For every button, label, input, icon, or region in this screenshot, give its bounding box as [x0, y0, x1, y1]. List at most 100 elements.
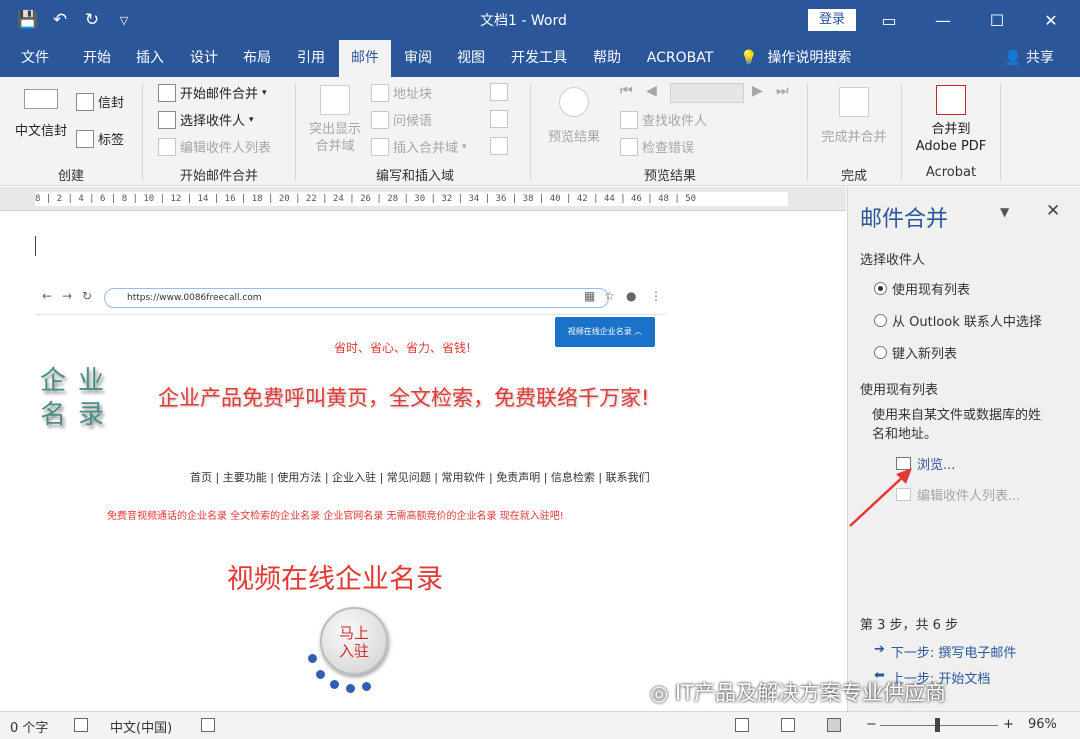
- address-block-button[interactable]: 地址块: [371, 83, 432, 102]
- edit-recipient-list-link[interactable]: 编辑收件人列表...: [896, 485, 1020, 504]
- greeting-line-button[interactable]: 问候语: [371, 110, 432, 129]
- labels-icon: [76, 129, 94, 148]
- close-icon[interactable]: ✕: [1024, 0, 1078, 40]
- highlight-merge-fields-button[interactable]: 突出显示 合并域: [300, 85, 370, 155]
- match-fields-button[interactable]: [490, 110, 508, 128]
- tab-home[interactable]: 开始: [72, 40, 122, 77]
- insert-merge-field-button[interactable]: 插入合并域 ▾: [371, 137, 467, 156]
- horizontal-ruler[interactable]: 8 | 2 | 4 | 6 | 8 | 10 | 12 | 14 | 16 | …: [0, 187, 846, 211]
- video-directory-chat-button: 视频在线企业名录 ︿: [555, 317, 655, 347]
- next-record-button[interactable]: ▶: [752, 83, 763, 99]
- group-label-finish: 完成: [840, 169, 867, 184]
- accessibility-icon[interactable]: [201, 718, 215, 732]
- tab-view[interactable]: 视图: [446, 40, 496, 77]
- tab-review[interactable]: 审阅: [393, 40, 443, 77]
- decor-dot: [316, 670, 325, 679]
- embedded-browser-bar: ← → ↻ https://www.0086freecall.com ▦ ☆ ●…: [36, 281, 666, 315]
- tab-file[interactable]: 文件: [10, 40, 60, 77]
- start-mail-merge-button[interactable]: 开始邮件合并 ▾: [158, 83, 267, 102]
- minimize-icon[interactable]: —: [916, 0, 970, 40]
- envelope-button[interactable]: 信封: [76, 92, 124, 111]
- find-recipient-button[interactable]: 查找收件人: [620, 110, 707, 129]
- proofing-icon[interactable]: [74, 718, 88, 732]
- use-existing-description: 使用来自某文件或数据库的姓名和地址。: [872, 408, 1042, 442]
- save-icon[interactable]: 💾: [14, 6, 42, 34]
- reload-icon: ↻: [82, 289, 93, 303]
- check-errors-button[interactable]: 检查错误: [620, 137, 694, 156]
- browse-icon: [896, 457, 911, 470]
- print-layout-icon[interactable]: [781, 718, 795, 732]
- group-separator: [807, 83, 808, 181]
- radio-use-existing[interactable]: 使用现有列表: [874, 279, 970, 298]
- address-block-label: 地址块: [393, 87, 433, 102]
- radio-use-existing-label: 使用现有列表: [892, 283, 971, 298]
- radio-outlook-contacts[interactable]: 从 Outlook 联系人中选择: [874, 311, 1042, 330]
- group-label-create: 创建: [57, 169, 84, 184]
- web-layout-icon[interactable]: [827, 718, 841, 732]
- zoom-out-icon[interactable]: −: [866, 717, 877, 732]
- browse-link[interactable]: 浏览...: [896, 454, 955, 473]
- rules-button[interactable]: [490, 83, 508, 101]
- tab-references[interactable]: 引用: [286, 40, 336, 77]
- document-page[interactable]: ← → ↻ https://www.0086freecall.com ▦ ☆ ●…: [0, 212, 846, 711]
- tab-insert[interactable]: 插入: [125, 40, 175, 77]
- decor-dot: [346, 684, 355, 693]
- zoom-in-icon[interactable]: +: [1003, 717, 1014, 732]
- envelope-label: 信封: [98, 96, 125, 111]
- tab-developer[interactable]: 开发工具: [505, 40, 573, 77]
- join-now-badge: 马上 入驻: [320, 607, 388, 675]
- tab-layout[interactable]: 布局: [232, 40, 282, 77]
- share-label: 共享: [1026, 50, 1054, 66]
- promo-line: 免费音视频通话的企业名录 全文检索的企业名录 企业官网名录 无需高额竞价的企业名…: [107, 511, 564, 522]
- match-fields-icon: [490, 110, 508, 128]
- insert-field-label: 插入合并域: [393, 141, 459, 156]
- pane-close-icon[interactable]: ✕: [1046, 201, 1060, 221]
- pane-options-icon[interactable]: ▼: [1000, 205, 1009, 219]
- undo-icon[interactable]: ↶: [46, 6, 74, 34]
- previous-record-button[interactable]: ◀: [646, 83, 657, 99]
- tab-acrobat[interactable]: ACROBAT: [640, 40, 720, 77]
- lightbulb-icon: 💡: [740, 50, 758, 66]
- redo-icon[interactable]: ↻: [78, 6, 106, 34]
- tab-design[interactable]: 设计: [179, 40, 229, 77]
- watermark-label: IT产品及解决方案专业供应商: [675, 681, 947, 705]
- last-record-button[interactable]: ⏭: [776, 83, 789, 99]
- finish-merge-label: 完成并合并: [821, 130, 887, 145]
- customize-icon[interactable]: ▽: [110, 6, 138, 34]
- first-record-button[interactable]: ⏮: [620, 83, 633, 99]
- labels-button[interactable]: 标签: [76, 129, 124, 148]
- language-indicator[interactable]: 中文(中国): [110, 717, 172, 736]
- ribbon-display-icon[interactable]: ▭: [862, 0, 916, 40]
- select-recipients-button[interactable]: 选择收件人 ▾: [158, 110, 254, 129]
- tab-mailings[interactable]: 邮件: [339, 40, 391, 77]
- edit-recipient-list-button[interactable]: 编辑收件人列表: [158, 137, 271, 156]
- word-count[interactable]: 0 个字: [10, 717, 48, 736]
- edit-recipient-list-label: 编辑收件人列表: [180, 141, 272, 156]
- tab-help[interactable]: 帮助: [582, 40, 632, 77]
- watermark-text: ◎ IT产品及解决方案专业供应商: [650, 677, 946, 707]
- login-button[interactable]: 登录: [808, 9, 856, 31]
- zoom-slider-thumb[interactable]: [934, 718, 940, 732]
- qr-icon: ▦: [584, 289, 596, 303]
- preview-results-button[interactable]: 预览结果: [540, 87, 608, 146]
- zoom-level[interactable]: 96%: [1028, 717, 1057, 732]
- maximize-icon[interactable]: ☐: [970, 0, 1024, 40]
- share-button[interactable]: 👤 共享: [1004, 40, 1054, 77]
- tell-me-search[interactable]: 💡 操作说明搜索: [740, 40, 865, 77]
- read-mode-icon[interactable]: [735, 718, 749, 732]
- next-step-link[interactable]: ➔ 下一步: 撰写电子邮件: [874, 642, 1016, 661]
- url-field: https://www.0086freecall.com: [104, 288, 609, 308]
- radio-type-new[interactable]: 键入新列表: [874, 343, 957, 362]
- chinese-envelope-button[interactable]: 中文信封: [10, 89, 72, 140]
- finish-merge-button[interactable]: 完成并合并: [814, 87, 894, 146]
- pdf-icon: [936, 85, 966, 115]
- merge-to-pdf-button[interactable]: 合并到 Adobe PDF: [908, 85, 994, 155]
- next-step-label: 下一步: 撰写电子邮件: [890, 646, 1017, 661]
- greeting-icon: [371, 110, 389, 129]
- recipients-icon: [158, 110, 176, 129]
- document-area[interactable]: 8 | 2 | 4 | 6 | 8 | 10 | 12 | 14 | 16 | …: [0, 187, 846, 711]
- badge-line-2: 入驻: [338, 642, 369, 660]
- update-labels-button[interactable]: [490, 137, 508, 155]
- record-number-input[interactable]: [670, 83, 744, 103]
- slogan-text: 省时、省心、省力、省钱!: [334, 341, 471, 355]
